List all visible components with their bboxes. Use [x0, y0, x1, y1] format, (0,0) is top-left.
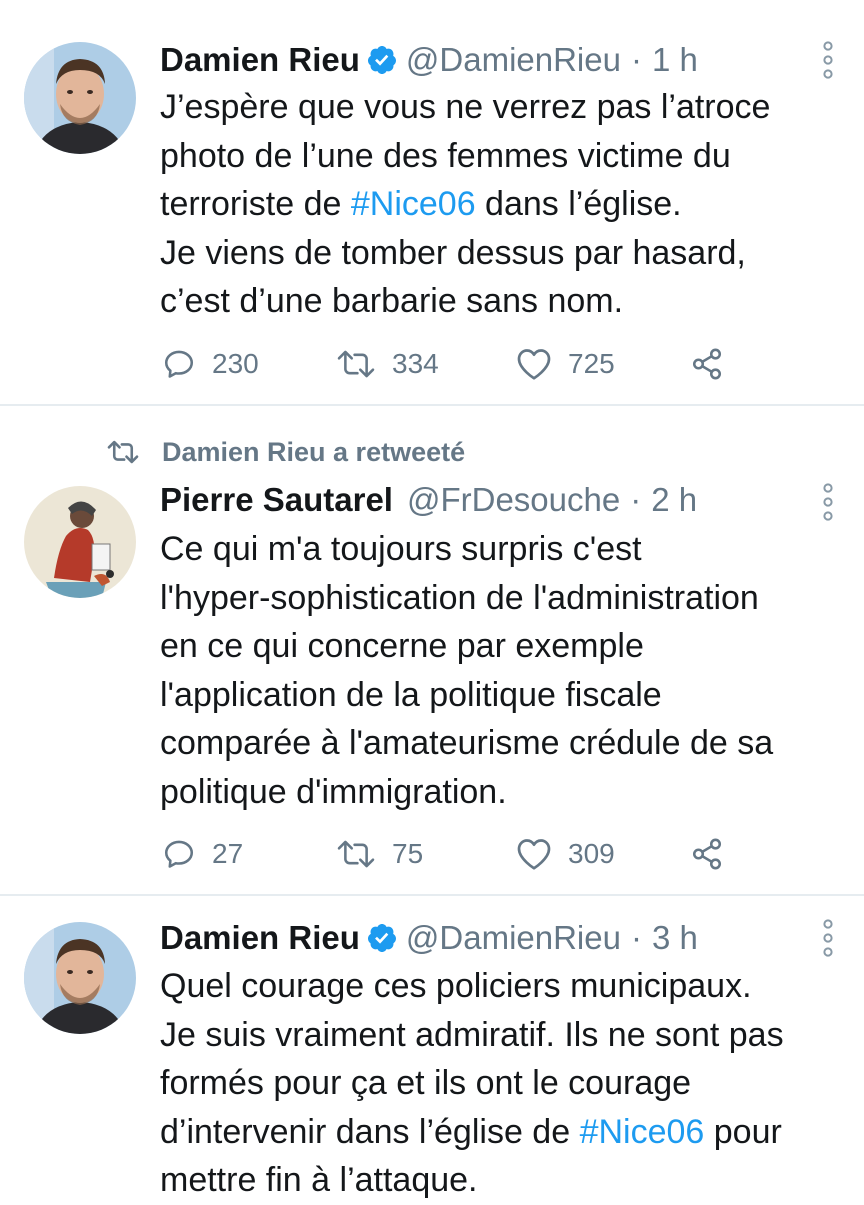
hashtag-link[interactable]: #Nice06 [580, 1113, 705, 1151]
tweet-text-line: Ce qui m'a toujours surpris c'est [160, 530, 642, 568]
tweet-header: Pierre Sautarel @FrDesouche · 2 h [160, 478, 697, 522]
reply-count: 27 [212, 838, 244, 869]
tweet-actions: 27 75 309 [160, 834, 760, 874]
tweet-text-line: formés pour ça et ils ont le courage [160, 1064, 692, 1102]
reply-icon [164, 350, 194, 378]
tweet-header: Damien Rieu @DamienRieu · 1 h [160, 38, 698, 82]
author-handle[interactable]: @DamienRieu [406, 919, 621, 957]
share-icon [692, 348, 722, 380]
author-handle[interactable]: @DamienRieu [406, 41, 621, 79]
avatar[interactable] [24, 486, 136, 598]
tweet-text-line: terroriste de #Nice06 dans l’église. [160, 185, 682, 223]
tweet-header: Damien Rieu @DamienRieu · 3 h [160, 916, 698, 960]
share-button[interactable] [690, 344, 724, 384]
tweet-text-line: Quel courage ces policiers municipaux. [160, 967, 752, 1005]
timestamp[interactable]: 1 h [652, 41, 698, 79]
separator-dot: · [630, 41, 642, 78]
timestamp[interactable]: 3 h [652, 919, 698, 957]
retweet-context: Damien Rieu a retweeté [106, 434, 465, 470]
reply-button[interactable]: 27 [162, 834, 243, 874]
reply-count: 230 [212, 348, 259, 379]
tweet-text-line: en ce qui concerne par exemple [160, 627, 644, 665]
retweet-count: 75 [392, 838, 424, 869]
reply-icon [164, 840, 194, 868]
tweet-text-line: l'application de la politique fiscale [160, 675, 662, 714]
tweet-text-line: J’espère que vous ne verrez pas l’atroce [160, 88, 771, 126]
tweet-text: Quel courage ces policiers municipaux. J… [160, 962, 840, 1205]
tweet-text-line: d’intervenir dans l’église de #Nice06 po… [160, 1112, 782, 1151]
hashtag-link[interactable]: #Nice06 [351, 185, 476, 223]
avatar[interactable] [24, 922, 136, 1034]
author-handle[interactable]: @FrDesouche [407, 481, 620, 519]
separator-dot: · [630, 919, 642, 956]
like-button[interactable]: 725 [516, 344, 615, 384]
tweet-actions: 230 334 725 [160, 344, 760, 384]
share-icon [692, 838, 722, 870]
tweet-text-line: mettre fin à l’attaque. [160, 1161, 478, 1199]
tweet-2[interactable]: Damien Rieu a retweeté Pierre Sautarel @… [0, 406, 864, 894]
more-vertical-icon[interactable] [822, 482, 834, 522]
tweet-3[interactable]: Damien Rieu @DamienRieu · 3 h Quel coura… [0, 896, 864, 1200]
tweet-text-line: c’est d’une barbarie sans nom. [160, 282, 624, 320]
tweet-text: Ce qui m'a toujours surpris c'est l'hype… [160, 525, 840, 816]
tweet-1[interactable]: Damien Rieu @DamienRieu · 1 h J’espère q… [0, 0, 864, 404]
separator-dot: · [630, 481, 642, 518]
retweet-button[interactable]: 75 [336, 834, 423, 874]
like-button[interactable]: 309 [516, 834, 615, 874]
tweet-text-line: photo de l’une des femmes victime du [160, 136, 731, 175]
like-count: 309 [568, 838, 615, 869]
verified-badge-icon [366, 922, 398, 954]
retweet-count: 334 [392, 348, 439, 379]
heart-icon [517, 349, 551, 380]
retweet-icon [107, 440, 139, 464]
retweet-icon [337, 350, 375, 378]
avatar[interactable] [24, 42, 136, 154]
like-count: 725 [568, 348, 615, 379]
heart-icon [517, 839, 551, 870]
author-name[interactable]: Pierre Sautarel [160, 481, 393, 519]
tweet-text: J’espère que vous ne verrez pas l’atroce… [160, 83, 840, 326]
tweet-text-line: Je viens de tomber dessus par hasard, [160, 233, 746, 272]
retweeted-by-label[interactable]: Damien Rieu a retweeté [162, 437, 465, 468]
timestamp[interactable]: 2 h [651, 481, 697, 519]
tweet-text-line: politique d'immigration. [160, 772, 507, 811]
tweet-text-line: l'hyper-sophistication de l'administrati… [160, 578, 759, 617]
share-button[interactable] [690, 834, 724, 874]
tweet-text-line: Je suis vraiment admiratif. Ils ne sont … [160, 1015, 784, 1054]
author-name[interactable]: Damien Rieu [160, 919, 360, 957]
tweet-text-line: comparée à l'amateurisme crédule de sa [160, 724, 774, 762]
retweet-icon [337, 840, 375, 868]
more-vertical-icon[interactable] [822, 918, 834, 958]
author-name[interactable]: Damien Rieu [160, 41, 360, 79]
retweet-button[interactable]: 334 [336, 344, 439, 384]
more-vertical-icon[interactable] [822, 40, 834, 80]
verified-badge-icon [366, 44, 398, 76]
reply-button[interactable]: 230 [162, 344, 259, 384]
